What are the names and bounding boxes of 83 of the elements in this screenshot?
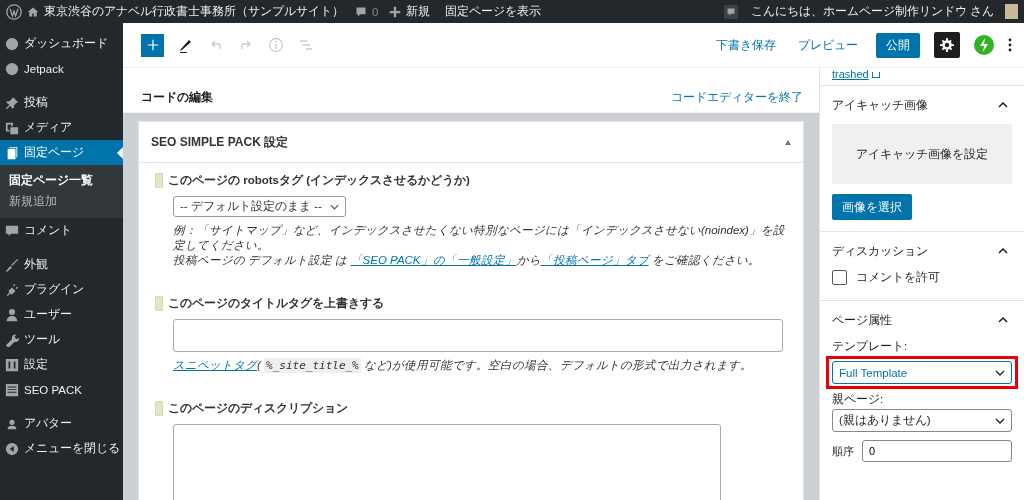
order-label: 順序 — [832, 443, 854, 459]
help-text: 例：「サイトマップ」など、インデックスさせたくない特別なページには「インデックスさせない(noindex)」を設定してください。 — [173, 223, 786, 253]
field-label: このページのタイトルタグを上書きする — [155, 296, 793, 311]
pencil-icon[interactable] — [178, 37, 194, 53]
view-page-link[interactable]: 固定ページを表示 — [445, 4, 542, 19]
select-image-button[interactable]: 画像を選択 — [832, 194, 912, 220]
comment-count[interactable]: 0 — [372, 5, 379, 18]
panel-header[interactable]: ページ属性 — [832, 301, 1012, 339]
panel-title: アイキャッチ画像 — [832, 97, 928, 113]
panel-title: SEO SIMPLE PACK 設定 — [151, 133, 289, 151]
pin-icon — [5, 95, 19, 110]
home-icon[interactable] — [27, 5, 39, 18]
exit-code-editor-link[interactable]: コードエディターを終了 — [671, 90, 803, 105]
sidebar-item[interactable]: Jetpack — [0, 56, 123, 81]
title-input-field[interactable] — [173, 319, 783, 352]
parent-page-select[interactable]: (親はありません) — [832, 409, 1012, 432]
checkbox[interactable] — [832, 270, 847, 285]
submenu-item[interactable]: 固定ページ一覧 — [0, 170, 123, 191]
wordpress-logo-icon[interactable] — [6, 3, 22, 20]
field-label: このページの robotsタグ (インデックスさせるかどうか) — [155, 173, 793, 188]
preview-button[interactable]: プレビュー — [794, 37, 862, 53]
new-link[interactable]: 新規 — [406, 4, 431, 19]
help-text: スニペットタグ( %_site_title_% など)が使用可能です。空白の場合、デフォルトの形式で出力されます。 — [173, 358, 753, 373]
pages-icon — [5, 145, 19, 160]
sidebar-item[interactable]: 外観 — [0, 252, 123, 277]
template-select[interactable]: Full Template — [832, 361, 1012, 384]
field-label: このページのディスクリプション — [155, 401, 793, 416]
chevron-down-icon — [330, 203, 339, 210]
trashed-link[interactable]: trashed — [832, 68, 869, 81]
help-link[interactable]: 「投稿ページ」タブ — [540, 254, 649, 266]
panel-header[interactable]: ディスカッション — [832, 232, 1012, 270]
brush-icon — [5, 257, 19, 272]
collapse-triangle-icon[interactable] — [785, 139, 791, 145]
code-snippet: %_site_title_% — [264, 358, 361, 373]
sidebar-item[interactable]: ダッシュボード — [0, 31, 123, 56]
settings-button[interactable] — [934, 32, 960, 58]
publish-button[interactable]: 公開 — [876, 32, 920, 58]
plug-icon — [5, 282, 19, 297]
gear-icon — [940, 38, 954, 52]
sidebar-item[interactable]: アバター — [0, 411, 123, 436]
sidebar-item[interactable]: 固定ページ — [0, 140, 123, 165]
panel-header[interactable]: アイキャッチ画像 — [832, 86, 1012, 124]
collapse-icon — [5, 441, 19, 456]
set-featured-image-button[interactable]: アイキャッチ画像を設定 — [832, 124, 1012, 184]
sidebar-item[interactable]: プラグイン — [0, 277, 123, 302]
robots-select[interactable]: -- デフォルト設定のまま -- — [173, 196, 346, 217]
comment-icon[interactable] — [723, 4, 738, 19]
more-options-icon[interactable] — [1008, 37, 1012, 53]
parent-page-label: 親ページ: — [832, 392, 885, 407]
sidebar-item[interactable]: 投稿 — [0, 90, 123, 115]
save-draft-button[interactable]: 下書き保存 — [712, 37, 780, 53]
add-block-button[interactable] — [141, 33, 164, 57]
plus-icon[interactable] — [389, 5, 402, 18]
submenu-item[interactable]: 新規追加 — [0, 191, 123, 212]
order-input-field[interactable]: 0 — [862, 440, 1012, 462]
wrench-icon — [5, 332, 19, 347]
lightning-bolt-icon[interactable] — [974, 35, 994, 55]
help-link[interactable]: 「SEO PACK」の「一般設定」 — [350, 254, 517, 266]
list-icon — [5, 382, 19, 397]
code-editor-title: コードの編集 — [141, 90, 213, 105]
media-icon — [5, 120, 19, 135]
panel-title: ページ属性 — [832, 312, 892, 328]
sidebar-item[interactable]: 設定 — [0, 352, 123, 377]
help-text: 投稿ページの デフォルト設定 は 「SEO PACK」の「一般設定」から「投稿ページ」タブ をご確認ください。 — [173, 253, 761, 268]
chevron-down-icon — [995, 369, 1005, 376]
greeting-link[interactable]: こんにちは、ホームページ制作リンドウ さん — [750, 4, 994, 19]
help-link[interactable]: スニペットタグ — [173, 359, 257, 371]
template-label: テンプレート: — [832, 339, 909, 354]
user-icon — [5, 307, 19, 322]
plus-icon — [145, 38, 160, 52]
sidebar-item[interactable]: ユーザー — [0, 302, 123, 327]
settings-icon — [5, 357, 19, 372]
comment-icon — [5, 223, 19, 238]
sidebar-item[interactable]: ツール — [0, 327, 123, 352]
chevron-down-icon — [995, 417, 1005, 424]
sidebar-item[interactable]: SEO PACK — [0, 377, 123, 402]
comment-icon[interactable] — [355, 5, 367, 18]
checkbox-label: コメントを許可 — [856, 270, 940, 285]
sidebar-item[interactable]: メディア — [0, 115, 123, 140]
sidebar-item[interactable]: メニューを閉じる — [0, 436, 123, 461]
sidebar-item[interactable]: コメント — [0, 218, 123, 243]
site-name-link[interactable]: 東京渋谷のアナベル行政書士事務所（サンプルサイト） — [44, 4, 344, 19]
panel-title: ディスカッション — [832, 243, 928, 259]
